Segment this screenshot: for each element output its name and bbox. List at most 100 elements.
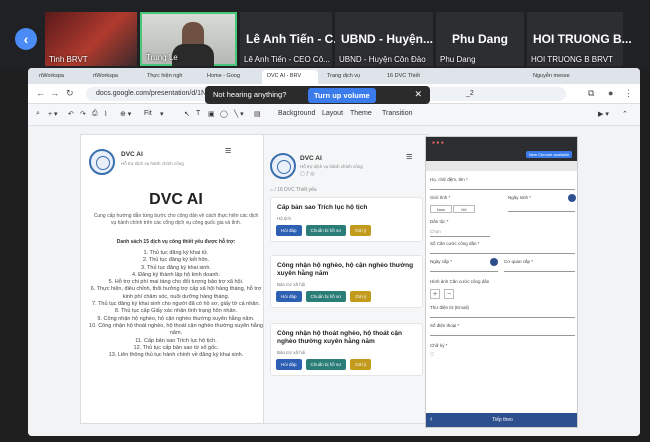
ask-button[interactable]: Hỏi đáp [276,225,302,236]
add-photo-icon[interactable]: + [430,289,440,299]
reload-icon[interactable]: ↻ [66,88,74,99]
issue-place-label: Cơ quan cấp * [504,259,533,264]
dvc-logo-icon [89,149,115,175]
dob-label: Ngày sinh * [508,195,532,200]
email-field[interactable] [430,317,575,318]
list-item: 3. Thủ tục đăng ký khai sinh. [141,264,211,271]
menu-kebab-icon[interactable]: ⋮ [624,88,633,99]
shape-icon[interactable]: ◯ [220,110,228,118]
select-tool-icon[interactable]: ↖ [184,110,190,118]
dob-field[interactable] [508,211,575,212]
browser-tab[interactable]: Home - Goog [202,70,258,84]
print-icon[interactable]: ⎙ [92,110,98,118]
suggest-button[interactable]: Gửi ý [350,225,372,236]
mobile-form-screenshot: ● ● ● New Chrome available Họ, chữ đệm, … [425,136,578,428]
participant-initials: Phu Dang [452,32,508,46]
update-chip[interactable]: New Chrome available [526,151,573,158]
collapse-icon[interactable]: ⌃ [622,110,628,118]
browser-tab-active[interactable]: DVC AI - BRV [262,70,318,84]
browser-tab[interactable]: 16 DVC Thiết [382,70,438,84]
browser-tab[interactable]: rtWorkspa [88,70,138,84]
phone-number-field[interactable] [430,335,575,336]
participant-tile-phu-dang[interactable]: Phu Dang Phu Dang [436,12,524,66]
list-item: 6. Thực hiện, điều chỉnh, thôi hưởng trợ… [90,286,262,300]
chevron-down-icon[interactable]: ▾ [160,110,164,118]
line-icon[interactable]: ╲ ▾ [234,110,244,118]
zoom-fit-select[interactable]: Fit [144,110,152,117]
browser-tab[interactable]: Trang dịch vụ [322,70,378,84]
hamburger-icon[interactable]: ≡ [225,145,231,157]
next-button[interactable]: ‹ Tiếp theo [426,413,577,427]
redo-icon[interactable]: ↷ [80,110,86,118]
ask-button[interactable]: Hỏi đáp [276,291,302,302]
comment-icon[interactable]: ▤ [254,110,261,118]
list-item: 9. Công nhận hộ nghèo, hộ cận nghèo thườ… [97,315,255,322]
participant-name: Lê Anh Tiến - CEO Cô... [244,55,330,64]
service-card[interactable]: Công nhận hộ thoát nghèo, hộ thoát cận n… [270,323,423,376]
profile-icon[interactable]: ● [608,88,613,98]
meet-participant-bar: ‹ Tinh BRVT Trung Le Lê Anh Tiến - C... … [0,0,650,70]
service-category: Hộ tịch [277,216,292,221]
slide-screenshot-home: DVC AI Hỗ trợ dịch vụ hành chính công ≡ … [80,134,270,424]
participant-tile-trung[interactable]: Trung Le [140,12,237,66]
slides-toolbar: ⌕ + ▾ ↶ ↷ ⎙ ⌇ ⊕ ▾ Fit ▾ ↖ T ▣ ◯ ╲ ▾ ▤ Ba… [28,104,640,126]
suggest-button[interactable]: Gửi ý [350,291,372,302]
email-label: Thư điện tử (Email) [430,305,470,310]
background-button[interactable]: Background [278,110,315,117]
issue-place-field[interactable] [504,271,575,272]
window-controls-icon: ● ● ● [432,140,444,146]
participant-initials: UBND - Huyện... [341,32,434,46]
signature-label: Chữ ký * [430,343,448,348]
calendar-icon[interactable] [568,194,576,202]
forward-icon[interactable]: → [50,88,59,98]
fullname-field[interactable] [430,189,575,190]
participant-tile-ubnd[interactable]: UBND - Huyện... UBND - Huyện Côn Đảo [335,12,433,66]
participant-tile-anh-tien[interactable]: Lê Anh Tiến - C... Lê Anh Tiến - CEO Cô.… [240,12,343,66]
extensions-icon[interactable]: ⧉ [588,88,594,99]
back-icon[interactable]: ← [36,88,45,98]
audio-toast: Not hearing anything? Turn up volume ✕ [205,86,430,104]
close-icon[interactable]: ✕ [414,89,422,100]
theme-button[interactable]: Theme [350,110,372,117]
loading-spinner-icon: ◌ [430,351,435,358]
pointer-mode-icon[interactable]: ▶ ▾ [598,110,609,118]
gender-male-option[interactable]: Nam [430,205,452,213]
ethnic-select[interactable]: Chọn [430,229,441,234]
participant-name: HOI TRUONG B BRVT [531,55,613,64]
issue-date-label: Ngày cấp * [430,259,453,264]
participant-tile-tinh[interactable]: Tinh BRVT [45,12,137,66]
image-icon[interactable]: ▣ [208,110,215,118]
suggest-button[interactable]: Gửi ý [350,359,372,370]
add-icon[interactable]: + ▾ [48,110,58,118]
brand-subtitle: Hỗ trợ dịch vụ hành chính công [300,164,363,169]
gender-female-option[interactable]: Nữ [453,205,475,213]
brand-subtitle: Hỗ trợ dịch vụ hành chính công [121,161,184,166]
idcard-field[interactable] [430,253,575,254]
issue-date-field[interactable] [430,271,498,272]
prepare-docs-button[interactable]: Chuẩn bị hồ sơ [305,291,347,302]
service-card[interactable]: Cấp bản sao Trích lục hộ tịch Hộ tịch Hỏ… [270,197,423,242]
prepare-docs-button[interactable]: Chuẩn bị hồ sơ [305,225,347,236]
browser-tab[interactable]: Thực hiện ngh [142,70,198,84]
browser-tab[interactable]: Nguyễn messe [528,70,586,84]
list-item: 10. Công nhận hộ thoát nghèo, hộ thoát c… [89,322,263,337]
participant-name: Phu Dang [440,55,476,64]
calendar-icon[interactable] [490,258,498,266]
zoom-icon[interactable]: ⊕ ▾ [120,110,131,118]
ask-button[interactable]: Hỏi đáp [276,359,302,370]
undo-icon[interactable]: ↶ [68,110,74,118]
prepare-docs-button[interactable]: Chuẩn bị hồ sơ [305,359,347,370]
text-box-icon[interactable]: T [196,110,200,117]
transition-button[interactable]: Transition [382,110,412,117]
hamburger-icon[interactable]: ≡ [406,151,412,163]
service-card[interactable]: Công nhận hộ nghèo, hộ cận nghèo thường … [270,255,423,308]
browser-tab[interactable]: rtWorkspa [34,70,84,84]
paint-format-icon[interactable]: ⌇ [104,110,107,118]
remove-photo-icon[interactable]: − [444,289,454,299]
participant-tile-hoi-truong[interactable]: HOI TRUONG B... HOI TRUONG B BRVT [527,12,632,66]
list-item: 13. Liên thông thủ tục hành chính về đăn… [108,352,244,359]
back-arrow-icon[interactable]: ‹ [15,28,37,50]
search-menus-icon[interactable]: ⌕ [36,110,40,118]
turn-up-volume-button[interactable]: Turn up volume [308,88,376,103]
layout-button[interactable]: Layout [322,110,343,117]
